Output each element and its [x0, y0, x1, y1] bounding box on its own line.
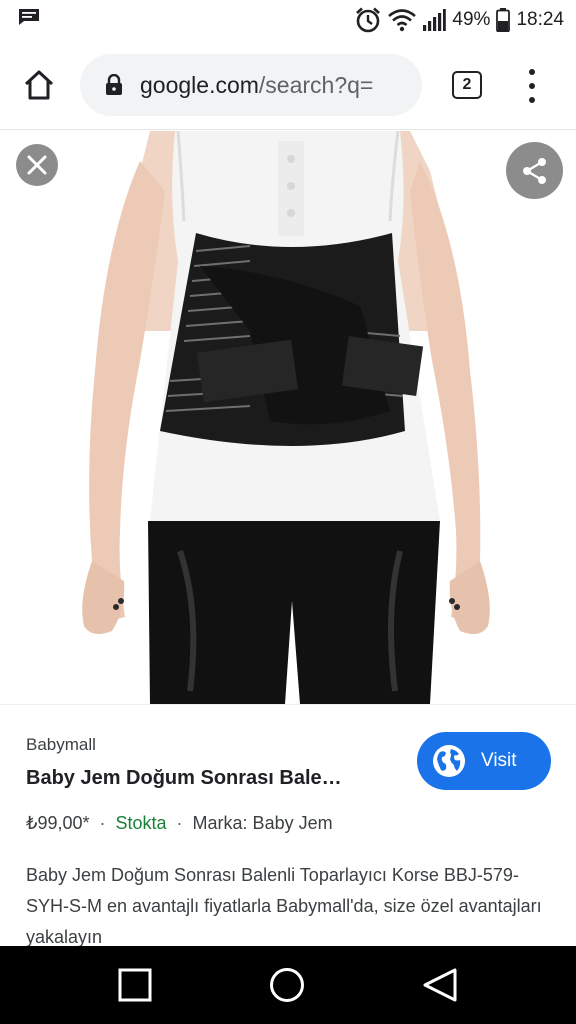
availability-status: Stokta	[115, 813, 167, 833]
message-icon	[19, 9, 39, 25]
url-path: /search?q=	[258, 71, 374, 98]
home-icon	[24, 70, 54, 100]
product-image[interactable]	[0, 131, 576, 704]
visit-label: Visit	[481, 750, 517, 771]
product-price: ₺99,00*	[26, 813, 90, 833]
more-menu-icon	[529, 69, 535, 75]
signal-icon	[423, 9, 447, 31]
home-button[interactable]	[18, 64, 60, 106]
url-host: google.com	[140, 71, 259, 98]
visit-button[interactable]: Visit	[417, 732, 551, 790]
close-button[interactable]	[16, 144, 58, 186]
status-bar: 49% 18:24	[0, 0, 576, 40]
meta-separator: ·	[176, 813, 183, 833]
status-indicators: 49% 18:24	[354, 6, 564, 34]
tab-switcher-button[interactable]: 2	[452, 71, 482, 99]
recent-apps-icon[interactable]	[421, 967, 459, 1003]
product-brand: Marka: Baby Jem	[192, 813, 333, 833]
share-button[interactable]	[506, 142, 563, 199]
clock: 18:24	[516, 9, 564, 30]
battery-percent: 49%	[452, 9, 491, 30]
share-icon	[522, 157, 546, 184]
browser-toolbar: google.com/search?q= 2	[0, 40, 576, 130]
meta-separator: ·	[99, 813, 106, 833]
close-icon	[27, 155, 47, 175]
more-menu-button[interactable]	[520, 66, 544, 106]
battery-icon	[496, 8, 511, 32]
home-circle-icon[interactable]	[269, 967, 305, 1003]
android-navigation-bar	[0, 946, 576, 1024]
product-image-viewer	[0, 131, 576, 704]
product-title[interactable]: Baby Jem Doğum Sonrası Bale…	[26, 767, 342, 790]
alarm-icon	[356, 7, 381, 33]
lock-icon	[106, 74, 122, 95]
globe-icon	[433, 745, 465, 777]
merchant-name: Babymall	[26, 735, 96, 754]
address-bar[interactable]: google.com/search?q=	[80, 54, 422, 116]
url-text: google.com/search?q=	[140, 72, 373, 99]
product-description: Baby Jem Doğum Sonrası Balenli Toparlayı…	[26, 865, 542, 947]
back-icon[interactable]	[118, 968, 152, 1002]
product-info-panel: Babymall Baby Jem Doğum Sonrası Bale… ₺9…	[0, 704, 576, 947]
product-meta: ₺99,00* · Stokta · Marka: Baby Jem	[26, 813, 333, 834]
wifi-icon	[388, 9, 417, 32]
tab-count: 2	[462, 76, 472, 93]
